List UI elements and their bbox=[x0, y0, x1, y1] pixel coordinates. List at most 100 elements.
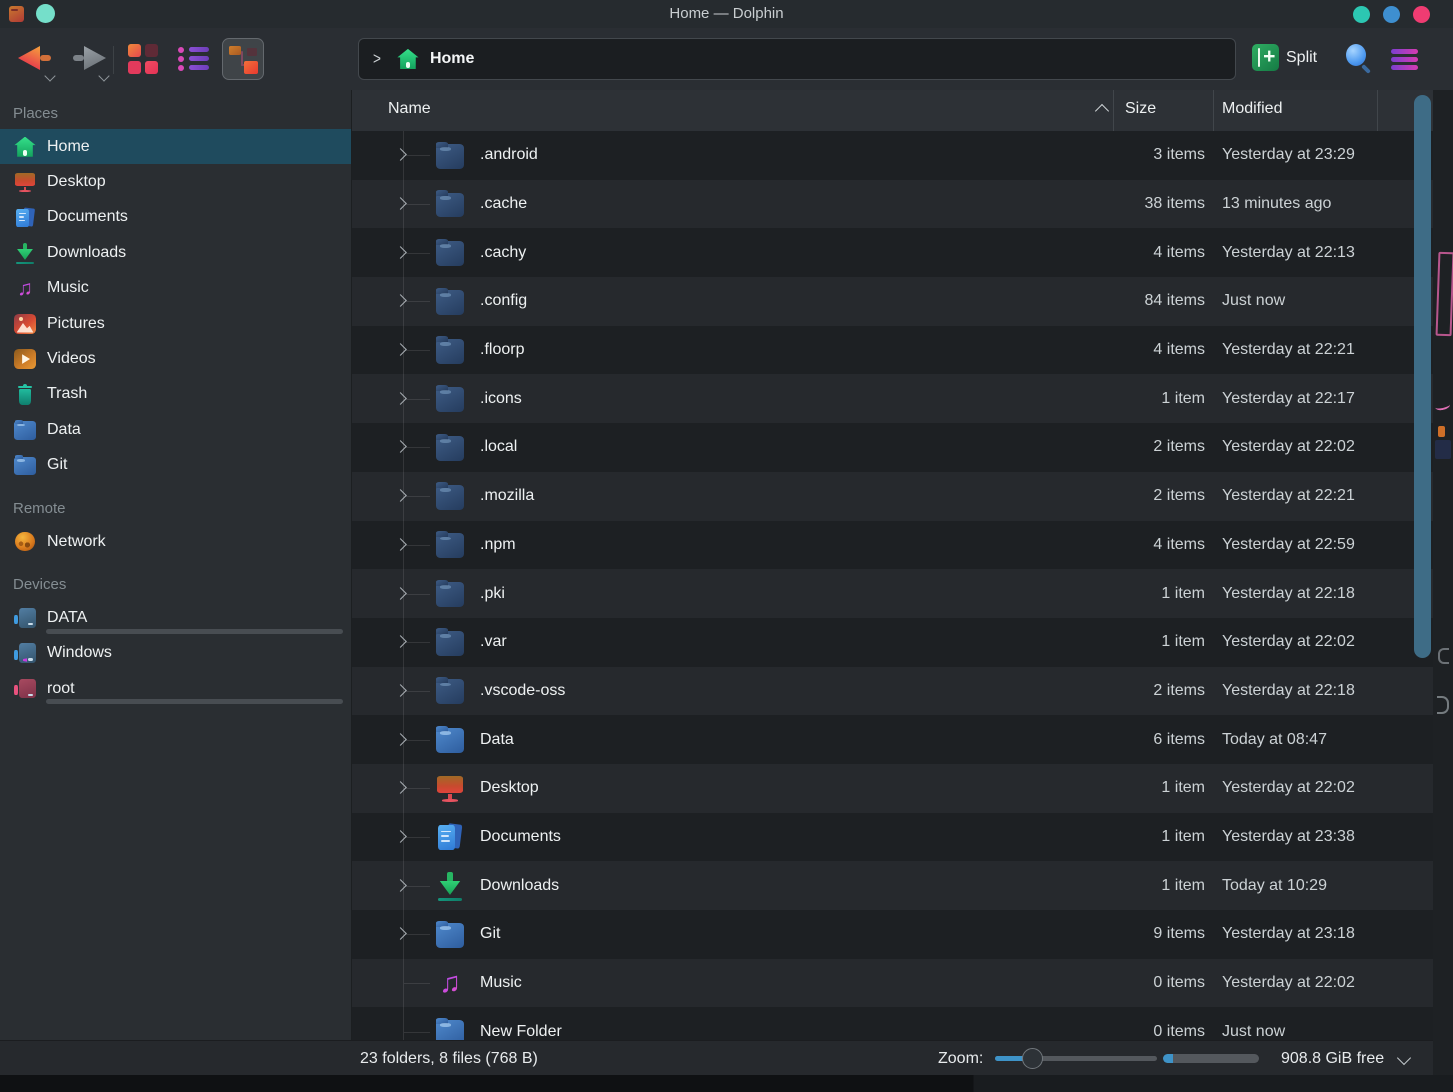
file-row-config[interactable]: .config84 itemsJust now bbox=[352, 277, 1433, 326]
expand-arrow-icon[interactable] bbox=[394, 538, 407, 551]
expand-arrow-icon[interactable] bbox=[394, 927, 407, 940]
tree-branch bbox=[404, 350, 430, 351]
search-icon bbox=[1346, 44, 1366, 66]
file-row-android[interactable]: .android3 itemsYesterday at 23:29 bbox=[352, 131, 1433, 180]
file-row-documents[interactable]: Documents1 itemYesterday at 23:38 bbox=[352, 813, 1433, 862]
sidebar-item-label: Pictures bbox=[47, 315, 105, 333]
sidebar-item-data[interactable]: DATA bbox=[0, 600, 351, 635]
forward-history-chevron-icon[interactable] bbox=[98, 70, 109, 81]
sidebar-item-desktop[interactable]: Desktop bbox=[0, 164, 351, 199]
expand-arrow-icon[interactable] bbox=[394, 343, 407, 356]
expand-arrow-icon[interactable] bbox=[394, 635, 407, 648]
file-row-local[interactable]: .local 2 items Yesterday at 22:02 bbox=[352, 423, 1433, 472]
selection-summary: 23 folders, 8 files (768 B) bbox=[360, 1050, 538, 1068]
file-modified: Yesterday at 22:02 bbox=[1222, 438, 1355, 456]
sidebar-item-label: Videos bbox=[47, 350, 96, 368]
sidebar-item-pictures[interactable]: Pictures bbox=[0, 306, 351, 341]
breadcrumb-chevron-icon[interactable]: > bbox=[373, 49, 381, 69]
sidebar-item-label: Home bbox=[47, 138, 90, 156]
file-row-cache[interactable]: .cache38 items13 minutes ago bbox=[352, 180, 1433, 229]
expand-arrow-icon[interactable] bbox=[394, 684, 407, 697]
zoom-slider[interactable] bbox=[995, 1048, 1157, 1069]
window-title: Home — Dolphin bbox=[0, 5, 1453, 22]
icons-view-icon bbox=[128, 44, 158, 74]
column-size[interactable]: Size bbox=[1125, 100, 1156, 118]
drive-red-icon bbox=[13, 677, 37, 701]
file-row-pki[interactable]: .pki1 itemYesterday at 22:18 bbox=[352, 569, 1433, 618]
expand-arrow-icon[interactable] bbox=[394, 295, 407, 308]
expand-arrow-icon[interactable] bbox=[394, 197, 407, 210]
sidebar-item-label: Trash bbox=[47, 385, 87, 403]
sidebar-item-root[interactable]: root bbox=[0, 671, 351, 706]
search-button[interactable] bbox=[1344, 44, 1372, 72]
file-row-var[interactable]: .var1 itemYesterday at 22:02 bbox=[352, 618, 1433, 667]
sidebar-item-trash[interactable]: Trash bbox=[0, 377, 351, 412]
file-row-downloads[interactable]: Downloads1 itemToday at 10:29 bbox=[352, 861, 1433, 910]
expand-arrow-icon[interactable] bbox=[394, 148, 407, 161]
toolbar-separator bbox=[113, 46, 114, 74]
column-modified[interactable]: Modified bbox=[1222, 100, 1282, 118]
details-view-button[interactable] bbox=[172, 38, 214, 80]
expand-arrow-icon[interactable] bbox=[394, 830, 407, 843]
minimize-button[interactable] bbox=[1353, 6, 1370, 23]
folder-dim-icon bbox=[434, 431, 466, 463]
folder-dim-icon bbox=[434, 675, 466, 707]
zoom-slider-handle[interactable] bbox=[1022, 1048, 1043, 1069]
sidebar-item-windows[interactable]: Windows bbox=[0, 636, 351, 671]
file-size: 2 items bbox=[1153, 438, 1205, 456]
sidebar-item-videos[interactable]: Videos bbox=[0, 341, 351, 376]
file-row-new-folder[interactable]: New Folder0 itemsJust now bbox=[352, 1007, 1433, 1040]
location-bar[interactable]: > Home bbox=[358, 38, 1236, 80]
expand-arrow-icon[interactable] bbox=[394, 587, 407, 600]
free-space-label[interactable]: 908.8 GiB free bbox=[1281, 1050, 1384, 1068]
sidebar-item-music[interactable]: ♫Music bbox=[0, 271, 351, 306]
file-modified: Yesterday at 23:38 bbox=[1222, 828, 1355, 846]
file-row-desktop[interactable]: Desktop1 itemYesterday at 22:02 bbox=[352, 764, 1433, 813]
file-row-icons[interactable]: .icons1 itemYesterday at 22:17 bbox=[352, 374, 1433, 423]
sort-ascending-icon[interactable] bbox=[1095, 104, 1109, 118]
icons-view-button[interactable] bbox=[122, 38, 164, 80]
file-size: 1 item bbox=[1161, 877, 1205, 895]
back-history-chevron-icon[interactable] bbox=[44, 70, 55, 81]
file-row-mozilla[interactable]: .mozilla2 itemsYesterday at 22:21 bbox=[352, 472, 1433, 521]
file-row-vscode-oss[interactable]: .vscode-oss2 itemsYesterday at 22:18 bbox=[352, 667, 1433, 716]
breadcrumb-home[interactable]: Home bbox=[430, 50, 474, 68]
forward-button[interactable] bbox=[70, 40, 110, 78]
back-button[interactable] bbox=[16, 40, 56, 78]
vertical-scrollbar[interactable] bbox=[1414, 95, 1431, 658]
file-row-data[interactable]: Data6 itemsToday at 08:47 bbox=[352, 715, 1433, 764]
file-size: 0 items bbox=[1153, 1023, 1205, 1040]
tree-view-button[interactable] bbox=[222, 38, 264, 80]
sidebar-item-home[interactable]: Home bbox=[0, 129, 351, 164]
file-modified: Yesterday at 22:02 bbox=[1222, 779, 1355, 797]
expand-arrow-icon[interactable] bbox=[394, 879, 407, 892]
sidebar-item-downloads[interactable]: Downloads bbox=[0, 235, 351, 270]
file-row-cachy[interactable]: .cachy4 itemsYesterday at 22:13 bbox=[352, 228, 1433, 277]
split-button[interactable]: + Split bbox=[1252, 44, 1317, 71]
file-name: .local bbox=[480, 438, 517, 456]
file-row-git[interactable]: Git9 itemsYesterday at 23:18 bbox=[352, 910, 1433, 959]
expand-arrow-icon[interactable] bbox=[394, 781, 407, 794]
sidebar-item-documents[interactable]: Documents bbox=[0, 200, 351, 235]
expand-arrow-icon[interactable] bbox=[394, 733, 407, 746]
file-name: New Folder bbox=[480, 1023, 562, 1040]
file-row-npm[interactable]: .npm4 itemsYesterday at 22:59 bbox=[352, 521, 1433, 570]
file-modified: Today at 10:29 bbox=[1222, 877, 1327, 895]
maximize-button[interactable] bbox=[1383, 6, 1400, 23]
column-name[interactable]: Name bbox=[388, 100, 431, 118]
expand-arrow-icon[interactable] bbox=[394, 489, 407, 502]
chevron-down-icon[interactable] bbox=[1397, 1051, 1411, 1065]
desktop-icon bbox=[434, 772, 466, 804]
expand-arrow-icon[interactable] bbox=[394, 246, 407, 259]
file-row-music[interactable]: ♫Music0 itemsYesterday at 22:02 bbox=[352, 959, 1433, 1008]
menu-button[interactable] bbox=[1391, 46, 1418, 73]
expand-arrow-icon[interactable] bbox=[394, 392, 407, 405]
file-row-floorp[interactable]: .floorp4 itemsYesterday at 22:21 bbox=[352, 326, 1433, 375]
expand-arrow-icon[interactable] bbox=[394, 441, 407, 454]
sidebar-item-git[interactable]: Git bbox=[0, 448, 351, 483]
titlebar[interactable]: Home — Dolphin bbox=[0, 0, 1453, 28]
sidebar-item-data[interactable]: Data bbox=[0, 412, 351, 447]
file-name: Documents bbox=[480, 828, 561, 846]
sidebar-item-network[interactable]: Network bbox=[0, 524, 351, 559]
close-button[interactable] bbox=[1413, 6, 1430, 23]
